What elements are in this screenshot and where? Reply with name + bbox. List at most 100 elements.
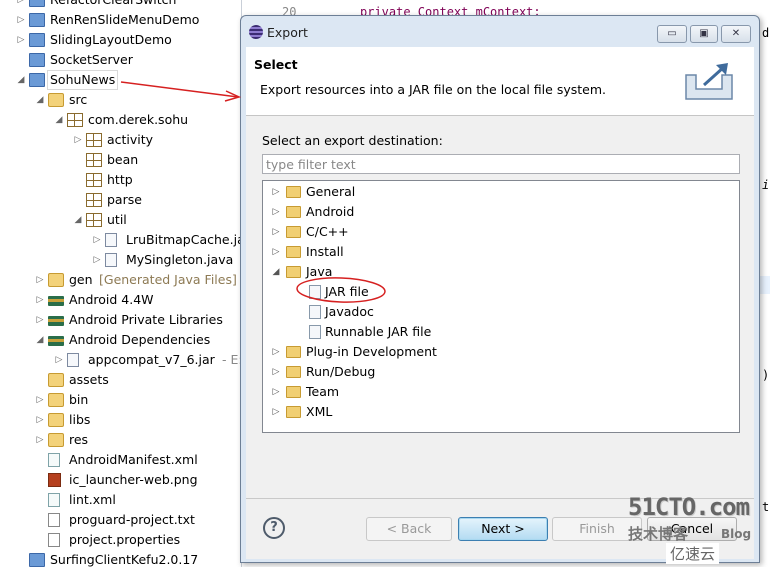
tree-item[interactable]: SocketServer xyxy=(0,50,241,70)
expand-icon[interactable]: ▷ xyxy=(271,382,281,402)
tree-item[interactable]: parse xyxy=(0,190,241,210)
tree-item[interactable]: http xyxy=(0,170,241,190)
expand-icon[interactable]: ▷ xyxy=(16,30,26,50)
maximize-button[interactable]: ▣ xyxy=(690,25,718,43)
tree-item-label: ic_launcher-web.png xyxy=(69,472,198,487)
code-fragment: i xyxy=(762,178,770,192)
expand-icon[interactable]: ▷ xyxy=(16,10,26,30)
tree-item-label: Android 4.4W xyxy=(69,292,154,307)
folder-icon xyxy=(48,373,64,387)
expand-icon[interactable]: ▷ xyxy=(271,182,281,202)
tree-item-label: SohuNews xyxy=(47,70,119,90)
package-icon xyxy=(86,173,102,187)
tree-item[interactable]: ▷ RefactorClearSwitch xyxy=(0,0,241,10)
tree-item[interactable]: proguard-project.txt xyxy=(0,510,241,530)
expand-icon[interactable]: ▷ xyxy=(271,222,281,242)
tree-item[interactable]: project.properties xyxy=(0,530,241,550)
tree-item[interactable]: ▷ SlidingLayoutDemo xyxy=(0,30,241,50)
code-fragment: ) xyxy=(762,368,770,382)
tree-item[interactable]: assets xyxy=(0,370,241,390)
export-destination-tree[interactable]: ▷ General ▷ Android ▷ C/C++ ▷ Install ◢ Java JAR f… xyxy=(262,180,740,433)
expand-icon[interactable]: ▷ xyxy=(35,270,45,290)
destination-label: C/C++ xyxy=(306,224,349,239)
folder-icon xyxy=(48,433,64,447)
tree-item[interactable]: SurfingClientKefu2.0.17 xyxy=(0,550,241,567)
tree-item[interactable]: ▷ res xyxy=(0,430,241,450)
folder-icon xyxy=(286,206,301,218)
tree-item-label: project.properties xyxy=(69,532,181,547)
expand-icon[interactable]: ▷ xyxy=(16,0,26,10)
folder-icon xyxy=(286,226,301,238)
expand-icon[interactable]: ▷ xyxy=(54,350,64,370)
expand-icon[interactable]: ▷ xyxy=(92,230,102,250)
back-button[interactable]: < Back xyxy=(366,517,452,541)
expand-icon[interactable]: ▷ xyxy=(73,130,83,150)
tree-item[interactable]: AndroidManifest.xml xyxy=(0,450,241,470)
tree-item[interactable]: ic_launcher-web.png xyxy=(0,470,241,490)
collapse-icon[interactable]: ◢ xyxy=(35,90,45,110)
destination-label: JAR file xyxy=(325,284,369,299)
collapse-icon[interactable]: ◢ xyxy=(16,70,26,90)
tree-item[interactable]: ▷ LruBitmapCache.java xyxy=(0,230,241,250)
tree-item[interactable]: ▷ Android Private Libraries xyxy=(0,310,241,330)
image-file-icon xyxy=(48,473,61,487)
tree-item[interactable]: ▷ bin xyxy=(0,390,241,410)
tree-item[interactable]: ▷ MySingleton.java xyxy=(0,250,241,270)
expand-icon[interactable]: ▷ xyxy=(92,250,102,270)
collapse-icon[interactable]: ◢ xyxy=(54,110,64,130)
collapse-icon[interactable]: ◢ xyxy=(73,210,83,230)
project-icon xyxy=(29,13,45,27)
expand-icon[interactable]: ▷ xyxy=(271,202,281,222)
tree-item[interactable]: ▷ Android 4.4W xyxy=(0,290,241,310)
tree-item[interactable]: bean xyxy=(0,150,241,170)
library-icon xyxy=(48,296,64,306)
tree-item[interactable]: ▷ libs xyxy=(0,410,241,430)
tree-item-label: proguard-project.txt xyxy=(69,512,195,527)
expand-icon[interactable]: ▷ xyxy=(35,290,45,310)
source-folder-icon xyxy=(48,93,64,107)
tree-item-label: AndroidManifest.xml xyxy=(69,452,198,467)
tree-item[interactable]: ▷ gen [Generated Java Files] xyxy=(0,270,241,290)
tree-item-label: libs xyxy=(69,412,91,427)
collapse-icon[interactable]: ◢ xyxy=(271,262,281,282)
destination-label: Team xyxy=(306,384,340,399)
tree-item-label: Android Private Libraries xyxy=(69,312,223,327)
package-explorer: ▷ RefactorClearSwitch ▷ RenRenSlideMenuDemo… xyxy=(0,0,242,567)
expand-icon[interactable]: ▷ xyxy=(271,242,281,262)
tree-item[interactable]: ▷ RenRenSlideMenuDemo xyxy=(0,10,241,30)
expand-icon[interactable]: ▷ xyxy=(35,430,45,450)
cancel-button[interactable]: Cancel xyxy=(647,517,737,541)
tree-item[interactable]: ▷ activity xyxy=(0,130,241,150)
close-button[interactable]: ✕ xyxy=(721,25,751,43)
text-file-icon xyxy=(48,513,60,527)
filter-input[interactable] xyxy=(262,154,740,174)
tree-item[interactable]: ◢ util xyxy=(0,210,241,230)
tree-item[interactable]: lint.xml xyxy=(0,490,241,510)
collapse-icon[interactable]: ◢ xyxy=(35,330,45,350)
expand-icon[interactable]: ▷ xyxy=(35,410,45,430)
help-icon[interactable]: ? xyxy=(263,517,285,539)
folder-icon xyxy=(286,366,301,378)
expand-icon[interactable]: ▷ xyxy=(35,390,45,410)
next-button[interactable]: Next > xyxy=(458,517,548,541)
expand-icon[interactable]: ▷ xyxy=(271,362,281,382)
expand-icon[interactable]: ▷ xyxy=(271,402,281,422)
tree-item[interactable]: ▷ appcompat_v7_6.jar - E:\2 xyxy=(0,350,241,370)
finish-button[interactable]: Finish xyxy=(552,517,642,541)
minimize-button[interactable]: ▭ xyxy=(657,25,687,43)
tree-item-label: parse xyxy=(107,192,142,207)
package-icon xyxy=(67,113,83,127)
tree-item-label: MySingleton.java xyxy=(126,252,234,267)
expand-icon[interactable]: ▷ xyxy=(271,342,281,362)
tree-item-label: RenRenSlideMenuDemo xyxy=(50,12,200,27)
destination-label: Plug-in Development xyxy=(306,344,437,359)
title-bar[interactable]: Export ▭ ▣ ✕ xyxy=(241,16,759,47)
tree-item[interactable]: ◢ SohuNews xyxy=(0,70,241,90)
folder-icon xyxy=(286,346,301,358)
expand-icon[interactable]: ▷ xyxy=(35,310,45,330)
tree-item[interactable]: ◢ com.derek.sohu xyxy=(0,110,241,130)
separator xyxy=(246,498,754,499)
tree-item[interactable]: ◢ Android Dependencies xyxy=(0,330,241,350)
folder-icon xyxy=(48,393,64,407)
tree-item[interactable]: ◢ src xyxy=(0,90,241,110)
